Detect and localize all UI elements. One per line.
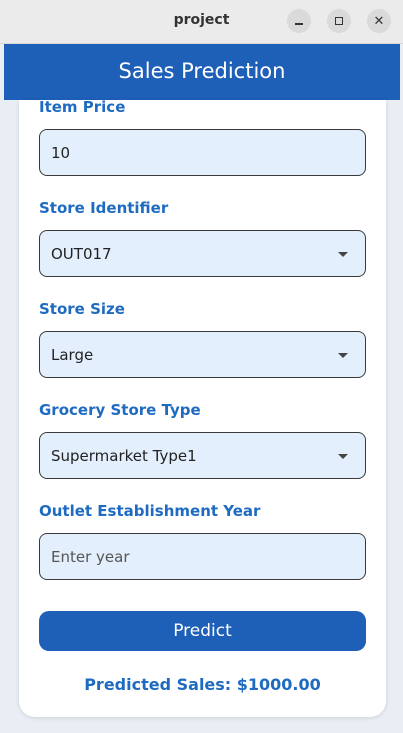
item-price-label: Item Price	[39, 98, 126, 116]
item-price-value: 10	[51, 143, 71, 162]
establishment-year-label: Outlet Establishment Year	[39, 502, 261, 520]
establishment-year-placeholder: Enter year	[51, 547, 130, 566]
store-size-dropdown[interactable]: Large	[39, 331, 366, 378]
grocery-store-type-dropdown[interactable]: Supermarket Type1	[39, 432, 366, 479]
dropdown-arrow-icon	[338, 252, 348, 257]
title-bar: project ✕	[0, 0, 403, 44]
maximize-icon	[335, 17, 343, 25]
app-window: project ✕ Sales Prediction Item Price 10…	[0, 0, 403, 733]
grocery-store-type-label: Grocery Store Type	[39, 401, 201, 419]
grocery-store-type-value: Supermarket Type1	[51, 446, 197, 465]
form-card: Item Price 10 Store Identifier OUT017 St…	[19, 98, 386, 717]
dropdown-arrow-icon	[338, 353, 348, 358]
close-button[interactable]: ✕	[367, 9, 391, 33]
predicted-sales-result: Predicted Sales: $1000.00	[84, 675, 321, 694]
item-price-input[interactable]: 10	[39, 129, 366, 176]
store-identifier-label: Store Identifier	[39, 199, 169, 217]
close-icon: ✕	[373, 13, 385, 29]
store-size-value: Large	[51, 345, 94, 364]
store-identifier-value: OUT017	[51, 244, 112, 263]
store-size-label: Store Size	[39, 300, 125, 318]
dropdown-arrow-icon	[338, 454, 348, 459]
store-identifier-dropdown[interactable]: OUT017	[39, 230, 366, 277]
predict-button[interactable]: Predict	[39, 611, 366, 651]
establishment-year-input[interactable]: Enter year	[39, 533, 366, 580]
maximize-button[interactable]	[327, 9, 351, 33]
app-title: Sales Prediction	[118, 59, 286, 83]
minimize-button[interactable]	[287, 9, 311, 33]
minimize-icon	[295, 23, 303, 25]
app-bar: Sales Prediction	[4, 44, 400, 100]
